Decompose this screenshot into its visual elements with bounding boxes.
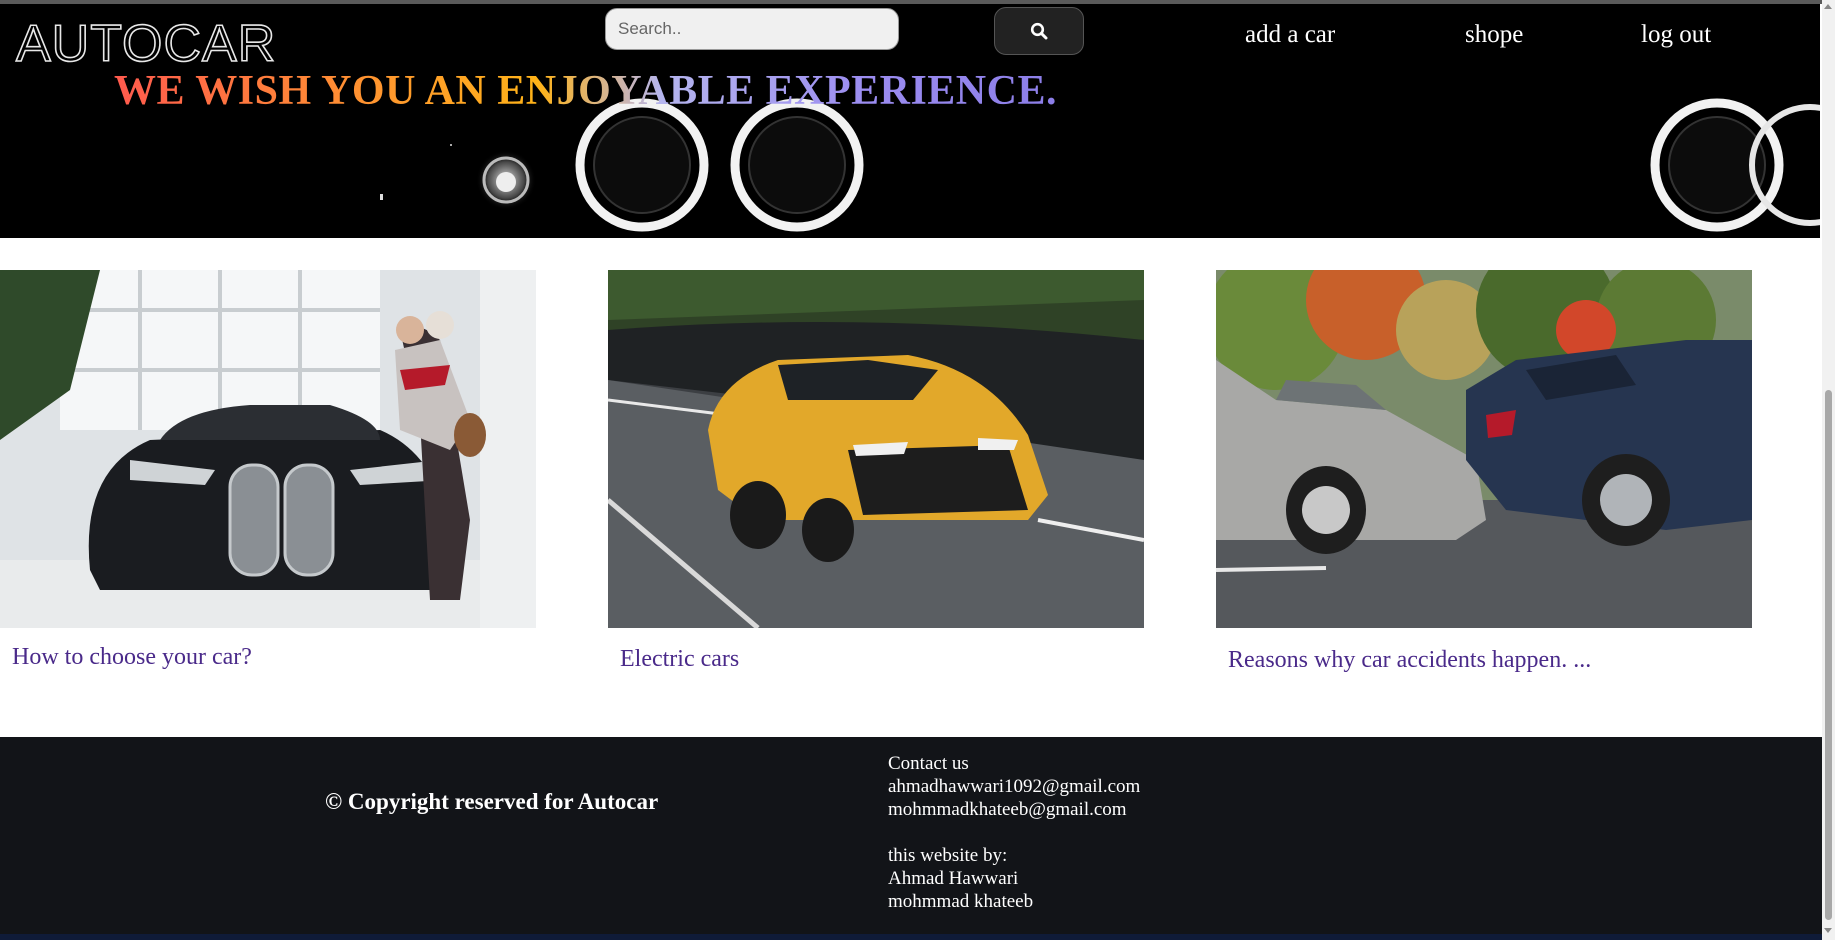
card-image-car-accident[interactable] xyxy=(1216,270,1752,628)
card-title-electric-cars[interactable]: Electric cars xyxy=(620,646,739,673)
site-footer: © Copyright reserved for Autocar Contact… xyxy=(0,737,1822,934)
search-button[interactable] xyxy=(994,7,1084,55)
author-name: Ahmad Hawwari xyxy=(888,868,1019,889)
author-name: mohmmad khateeb xyxy=(888,891,1034,912)
hero-banner: AUTOCAR add a car shope log out WE WISH … xyxy=(0,4,1820,238)
card-title-accidents[interactable]: Reasons why car accidents happen. ... xyxy=(1228,647,1591,674)
contact-email[interactable]: ahmadhawwari1092@gmail.com xyxy=(888,775,1140,798)
scroll-down-arrow-icon[interactable] xyxy=(1824,928,1832,933)
copyright-text: © Copyright reserved for Autocar xyxy=(325,789,659,814)
window-bottom-border xyxy=(0,934,1822,940)
contact-block: Contact us ahmadhawwari1092@gmail.com mo… xyxy=(888,752,1140,913)
contact-heading: Contact us xyxy=(888,753,969,774)
scrollbar-thumb[interactable] xyxy=(1825,390,1832,920)
nav-log-out[interactable]: log out xyxy=(1641,20,1711,50)
card-image-yellow-suv[interactable] xyxy=(608,270,1144,628)
article-cards: How to choose your car? Electric cars Re… xyxy=(0,270,1820,690)
contact-email[interactable]: mohmmadkhateeb@gmail.com xyxy=(888,798,1140,821)
nav-add-a-car[interactable]: add a car xyxy=(1245,20,1335,50)
site-logo[interactable]: AUTOCAR xyxy=(15,14,276,74)
card-image-convertible[interactable] xyxy=(0,270,536,628)
search-icon xyxy=(1030,22,1048,40)
search-input[interactable] xyxy=(605,8,899,50)
vertical-scrollbar[interactable] xyxy=(1822,0,1835,940)
credits-heading: this website by: xyxy=(888,845,1008,866)
nav-shope[interactable]: shope xyxy=(1465,20,1523,50)
scroll-up-arrow-icon[interactable] xyxy=(1824,4,1832,9)
card-title-choose-car[interactable]: How to choose your car? xyxy=(12,644,252,671)
hero-tagline: WE WISH YOU AN ENJOYABLE EXPERIENCE. xyxy=(114,68,1057,114)
headlights-background-image xyxy=(380,98,1820,232)
